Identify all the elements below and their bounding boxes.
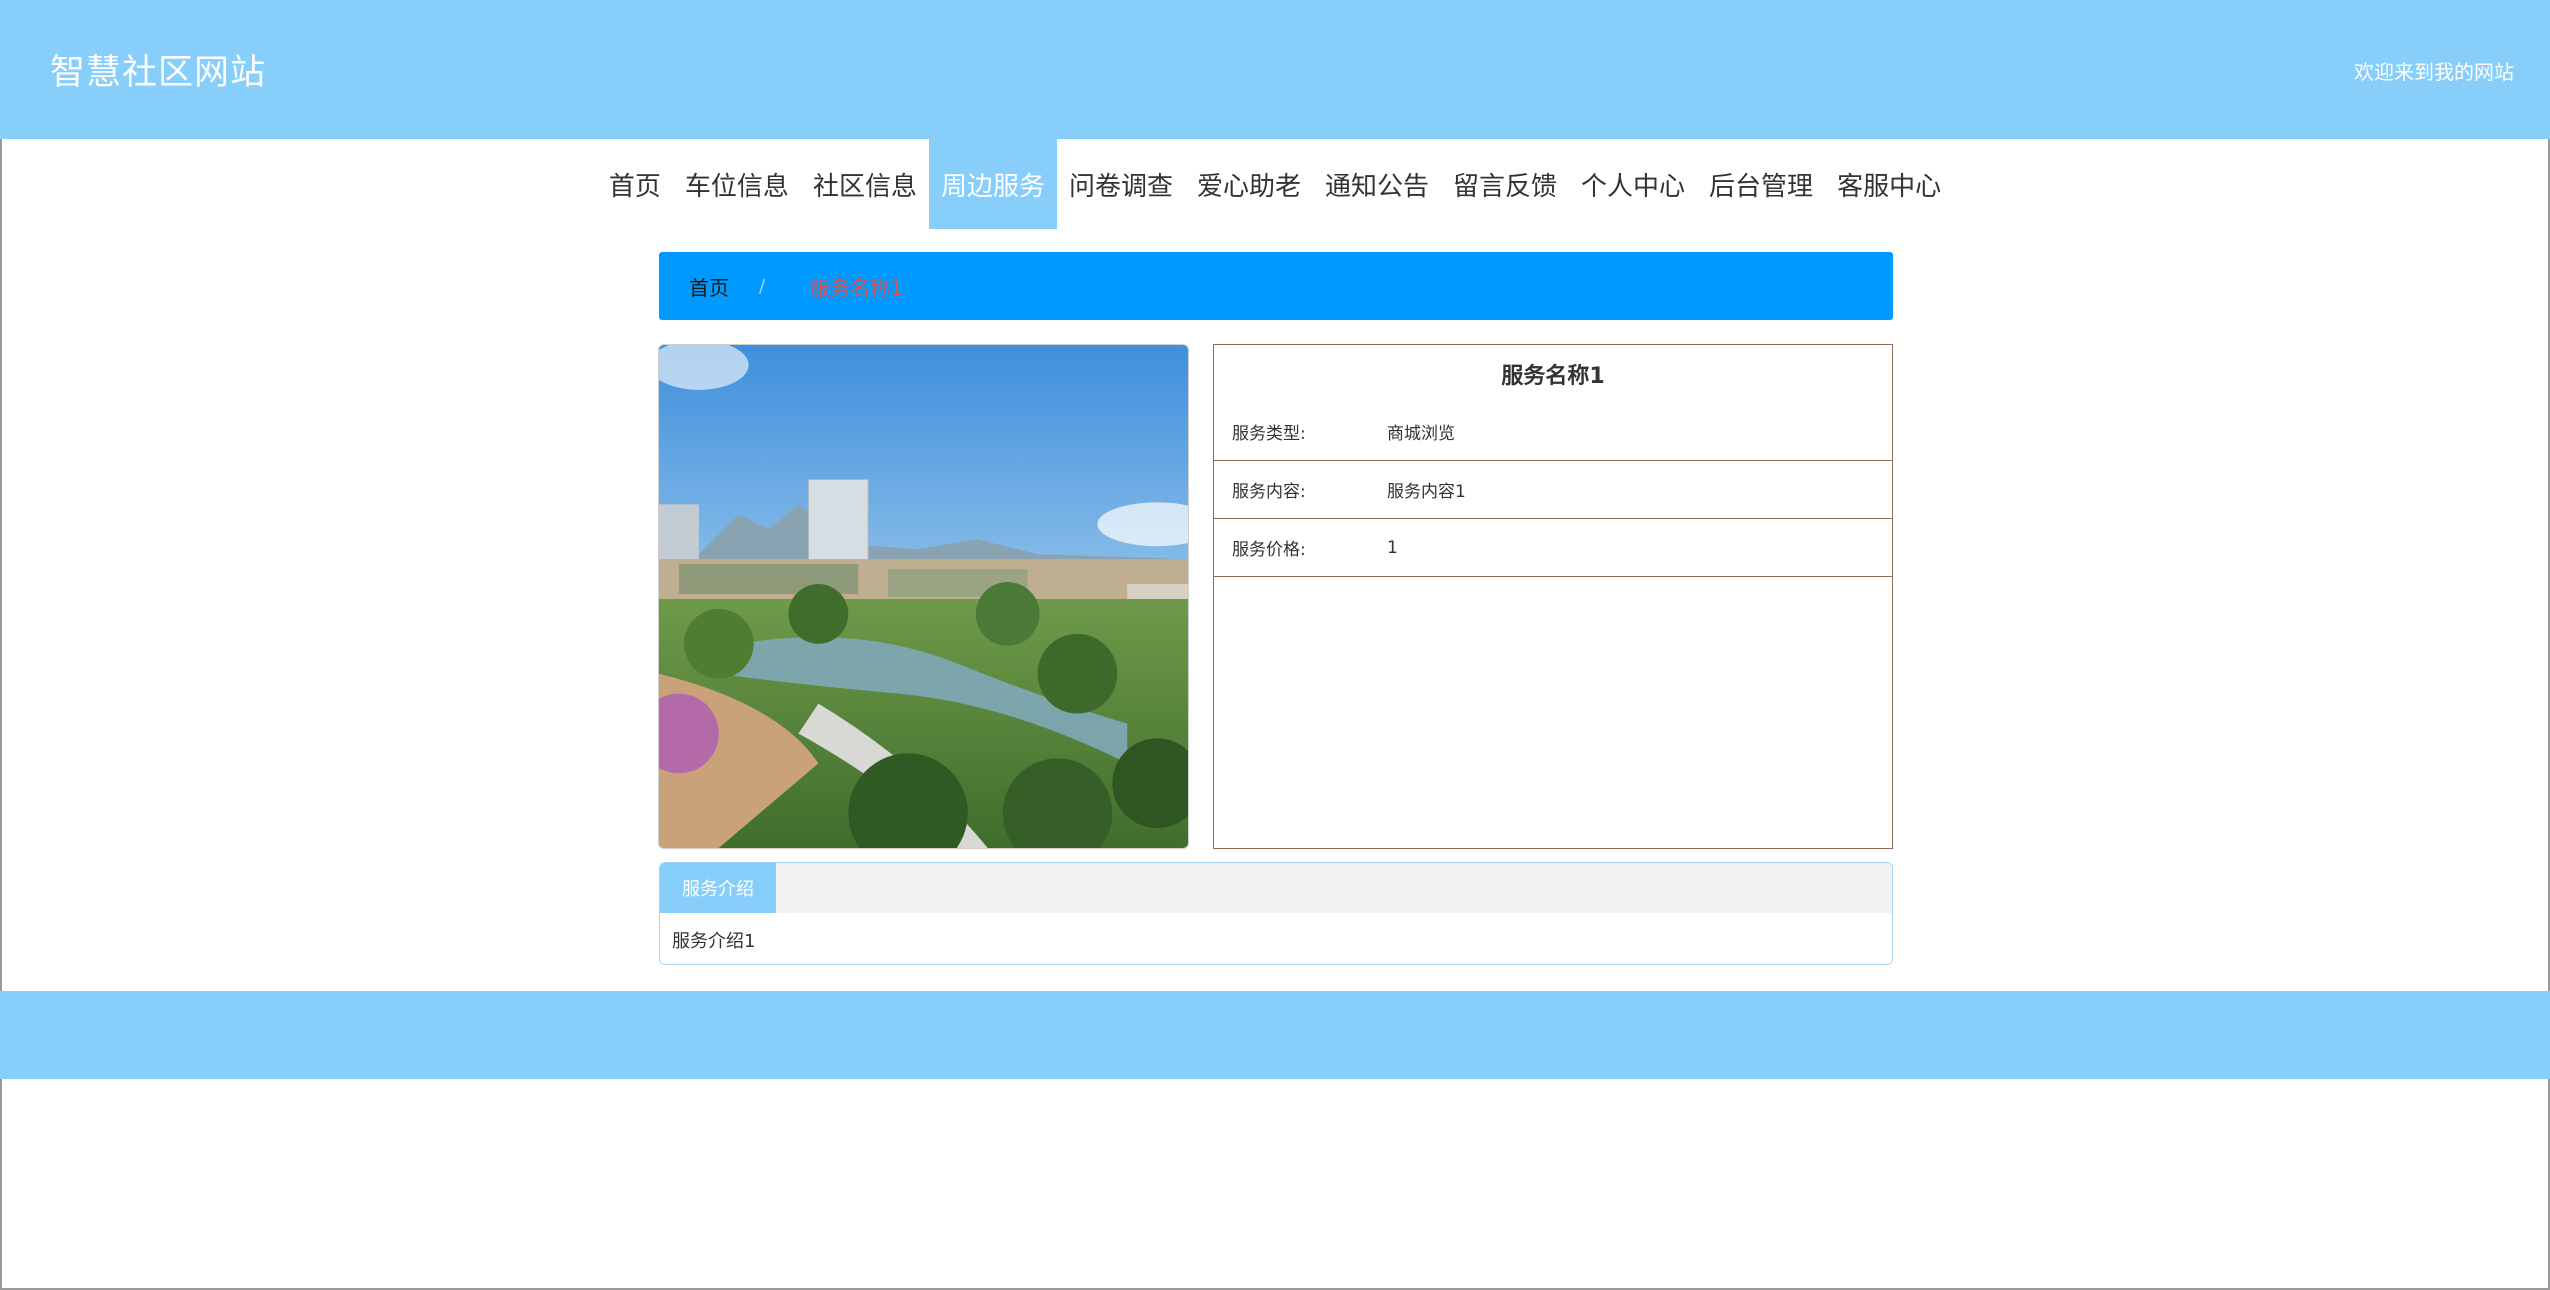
service-price-value: 1 xyxy=(1387,537,1398,558)
nav-item-services[interactable]: 周边服务 xyxy=(928,139,1057,229)
nav-item-survey[interactable]: 问卷调查 xyxy=(1057,139,1185,229)
site-title[interactable]: 智慧社区网站 xyxy=(50,44,266,95)
breadcrumb-home-link[interactable]: 首页 xyxy=(689,272,729,301)
breadcrumb-current: 服务名称1 xyxy=(810,275,903,300)
tab-service-intro[interactable]: 服务介绍 xyxy=(660,863,776,913)
service-content-label: 服务内容: xyxy=(1232,482,1306,502)
breadcrumb-separator: / xyxy=(759,275,766,297)
nav-item-home[interactable]: 首页 xyxy=(597,139,673,229)
service-type-value: 商城浏览 xyxy=(1387,424,1455,444)
service-price-row: 服务价格: 1 xyxy=(1214,519,1892,577)
nav-item-elderly-care[interactable]: 爱心助老 xyxy=(1185,139,1313,229)
nav-item-parking[interactable]: 车位信息 xyxy=(673,139,801,229)
tab-content: 服务介绍1 xyxy=(672,931,756,952)
service-content-value: 服务内容1 xyxy=(1387,482,1466,502)
service-price-label: 服务价格: xyxy=(1232,540,1306,560)
nav-item-profile[interactable]: 个人中心 xyxy=(1569,139,1697,229)
service-type-row: 服务类型: 商城浏览 xyxy=(1214,403,1892,461)
nav-item-support[interactable]: 客服中心 xyxy=(1825,139,1953,229)
breadcrumb: 首页 / 服务名称1 xyxy=(659,252,1893,320)
service-detail-panel: 服务名称1 服务类型: 商城浏览 服务内容: 服务内容1 服务价格: 1 xyxy=(1213,344,1893,849)
service-type-label: 服务类型: xyxy=(1232,424,1306,444)
tabs-header: 服务介绍 xyxy=(660,863,1892,913)
nav-item-feedback[interactable]: 留言反馈 xyxy=(1441,139,1569,229)
site-footer xyxy=(0,991,2550,1079)
main-nav: 首页 车位信息 社区信息 周边服务 问卷调查 爱心助老 通知公告 留言反馈 个人… xyxy=(0,139,2550,229)
service-content-row: 服务内容: 服务内容1 xyxy=(1214,461,1892,519)
welcome-text: 欢迎来到我的网站 xyxy=(2354,60,2514,84)
nav-item-notices[interactable]: 通知公告 xyxy=(1313,139,1441,229)
service-intro-tabs: 服务介绍 服务介绍1 xyxy=(659,862,1893,965)
service-image-illustration xyxy=(659,345,1188,848)
site-header: 智慧社区网站 欢迎来到我的网站 xyxy=(0,0,2550,139)
service-image xyxy=(658,344,1189,849)
service-title: 服务名称1 xyxy=(1501,364,1605,389)
nav-item-admin[interactable]: 后台管理 xyxy=(1697,139,1825,229)
nav-item-community[interactable]: 社区信息 xyxy=(801,139,929,229)
